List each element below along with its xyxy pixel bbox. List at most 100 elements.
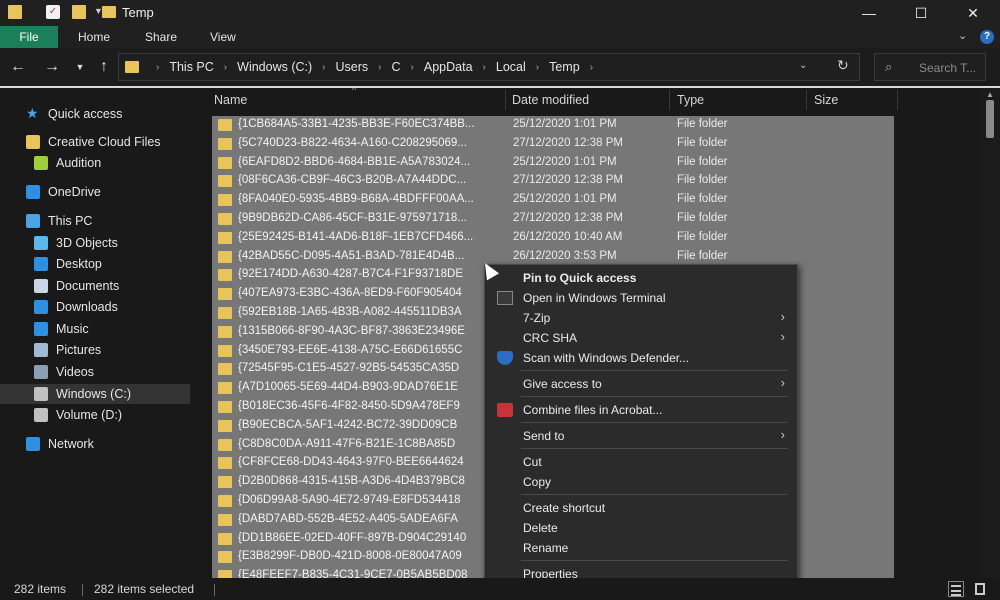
sidebar-item-desktop[interactable]: Desktop	[0, 254, 190, 274]
sidebar-item-pictures[interactable]: Pictures	[0, 340, 190, 360]
breadcrumb-separator-icon[interactable]: ›	[583, 62, 600, 73]
nav-label: Quick access	[48, 107, 123, 121]
table-row[interactable]: {08F6CA36-CB9F-46C3-B20B-A7A44DDC... 27/1…	[212, 172, 894, 192]
table-row[interactable]: {9B9DB62D-CA86-45CF-B31E-975971718... 27/…	[212, 210, 894, 229]
sidebar-item-audition[interactable]: Audition	[0, 153, 190, 173]
folder-icon	[218, 137, 232, 150]
menu-item-give-access-to[interactable]: Give access to ›	[485, 374, 797, 394]
sidebar-item-3d-objects[interactable]: 3D Objects	[0, 233, 190, 253]
column-separator[interactable]	[897, 90, 898, 110]
tab-home[interactable]: Home	[78, 26, 110, 48]
recent-locations-chevron-icon[interactable]: ▼	[70, 57, 90, 77]
new-folder-icon[interactable]	[72, 5, 86, 19]
file-date-modified: 27/12/2020 12:38 PM	[513, 136, 623, 149]
menu-item-crc-sha[interactable]: CRC SHA ›	[485, 328, 797, 348]
onedrive-icon	[26, 185, 40, 199]
column-separator[interactable]	[806, 90, 807, 110]
address-history-chevron-icon[interactable]: ⌄	[799, 60, 807, 71]
table-row[interactable]: {8FA040E0-5935-4BB9-B68A-4BDFFF00AA... 25…	[212, 191, 894, 210]
up-button[interactable]: ↑	[94, 57, 114, 77]
file-name: {1315B066-8F90-4A3C-BF87-3863E23496E	[238, 324, 465, 337]
breadcrumb-separator-icon[interactable]: ›	[476, 62, 493, 73]
back-button[interactable]: ←	[8, 57, 28, 77]
menu-item-delete[interactable]: Delete	[485, 518, 797, 538]
column-header-size[interactable]: Size	[814, 88, 838, 112]
breadcrumb-users[interactable]: Users	[333, 60, 372, 74]
refresh-icon[interactable]: ↻	[837, 57, 849, 74]
sidebar-item-windows-c[interactable]: Windows (C:)	[0, 384, 190, 404]
3d-objects-icon	[34, 236, 48, 250]
sidebar-item-creative-cloud-files[interactable]: Creative Cloud Files	[0, 132, 190, 152]
pictures-icon	[34, 343, 48, 357]
folder-icon	[218, 476, 232, 489]
menu-item-cut[interactable]: Cut	[485, 452, 797, 472]
menu-item-send-to[interactable]: Send to ›	[485, 426, 797, 446]
tab-share[interactable]: Share	[145, 26, 177, 48]
sidebar-item-network[interactable]: Network	[0, 434, 190, 454]
nav-quick-access[interactable]: ★ Quick access	[0, 104, 190, 124]
terminal-icon	[497, 291, 513, 305]
file-name: {25E92425-B141-4AD6-B18F-1EB7CFD466...	[238, 230, 474, 243]
menu-item-rename[interactable]: Rename	[485, 538, 797, 558]
table-row[interactable]: {25E92425-B141-4AD6-B18F-1EB7CFD466... 26…	[212, 228, 894, 248]
search-box[interactable]: ⌕ Search T...	[874, 53, 986, 81]
breadcrumb-separator-icon[interactable]: ›	[217, 62, 234, 73]
breadcrumb-separator-icon[interactable]: ›	[404, 62, 421, 73]
breadcrumb-windows-c[interactable]: Windows (C:)	[234, 60, 315, 74]
menu-item-scan-with-windows-defender[interactable]: Scan with Windows Defender...	[485, 348, 797, 368]
maximize-button[interactable]: ☐	[898, 0, 944, 26]
address-bar[interactable]: › This PC › Windows (C:) › Users › C › A…	[118, 53, 860, 81]
breadcrumb-appdata[interactable]: AppData	[421, 60, 476, 74]
scrollbar-thumb[interactable]	[986, 100, 994, 138]
help-icon[interactable]: ?	[980, 30, 994, 44]
menu-item-7-zip[interactable]: 7-Zip ›	[485, 308, 797, 328]
folder-icon	[218, 288, 232, 301]
column-header-date[interactable]: Date modified	[512, 88, 589, 112]
menu-item-combine-files-in-acrobat[interactable]: Combine files in Acrobat...	[485, 400, 797, 420]
folder-icon	[218, 250, 232, 263]
properties-icon[interactable]: ✓	[46, 5, 60, 19]
large-icons-view-icon[interactable]	[972, 581, 988, 597]
menu-item-create-shortcut[interactable]: Create shortcut	[485, 498, 797, 518]
expand-ribbon-chevron-icon[interactable]: ⌄	[958, 29, 967, 42]
table-row[interactable]: {1CB684A5-33B1-4235-BB3E-F60EC374BB... 25…	[212, 116, 894, 135]
table-row[interactable]: {5C740D23-B822-4634-A160-C208295069... 27…	[212, 134, 894, 154]
sidebar-item-this-pc[interactable]: This PC	[0, 211, 190, 231]
breadcrumb-this-pc[interactable]: This PC	[166, 60, 216, 74]
close-button[interactable]: ✕	[950, 0, 996, 26]
sidebar-item-documents[interactable]: Documents	[0, 276, 190, 296]
file-date-modified: 25/12/2020 1:01 PM	[513, 155, 617, 168]
table-row[interactable]: {6EAFD8D2-BBD6-4684-BB1E-A5A783024... 25/…	[212, 153, 894, 173]
sidebar-item-videos[interactable]: Videos	[0, 362, 190, 382]
menu-item-pin-to-quick-access[interactable]: Pin to Quick access	[485, 268, 797, 288]
breadcrumb-separator-icon[interactable]: ›	[371, 62, 388, 73]
menu-item-open-in-windows-terminal[interactable]: Open in Windows Terminal	[485, 288, 797, 308]
breadcrumb-separator-icon[interactable]: ›	[529, 62, 546, 73]
scroll-up-arrow-icon[interactable]: ▲	[986, 90, 994, 99]
breadcrumb-local[interactable]: Local	[493, 60, 529, 74]
folder-icon	[218, 175, 232, 188]
tab-file[interactable]: File	[0, 26, 58, 48]
folder-icon[interactable]	[8, 5, 22, 19]
column-header-name[interactable]: Name	[214, 88, 247, 112]
sidebar-item-onedrive[interactable]: OneDrive	[0, 182, 190, 202]
breadcrumb-c[interactable]: C	[389, 60, 404, 74]
forward-button[interactable]: →	[42, 57, 62, 77]
tab-view[interactable]: View	[210, 26, 236, 48]
column-header-type[interactable]: Type	[677, 88, 704, 112]
sidebar-item-volume-d[interactable]: Volume (D:)	[0, 405, 190, 425]
vertical-scrollbar[interactable]: ▲	[981, 88, 1000, 578]
sidebar-item-downloads[interactable]: Downloads	[0, 297, 190, 317]
sidebar-item-music[interactable]: Music	[0, 319, 190, 339]
breadcrumb-separator-icon[interactable]: ›	[149, 62, 166, 73]
minimize-button[interactable]: —	[846, 0, 892, 26]
column-separator[interactable]	[505, 90, 506, 110]
folder-icon	[218, 438, 232, 451]
column-separator[interactable]	[669, 90, 670, 110]
menu-item-copy[interactable]: Copy	[485, 472, 797, 492]
breadcrumb-separator-icon[interactable]: ›	[315, 62, 332, 73]
breadcrumb-temp[interactable]: Temp	[546, 60, 583, 74]
folder-icon	[218, 156, 232, 169]
details-view-icon[interactable]	[948, 581, 964, 597]
documents-icon	[34, 279, 48, 293]
